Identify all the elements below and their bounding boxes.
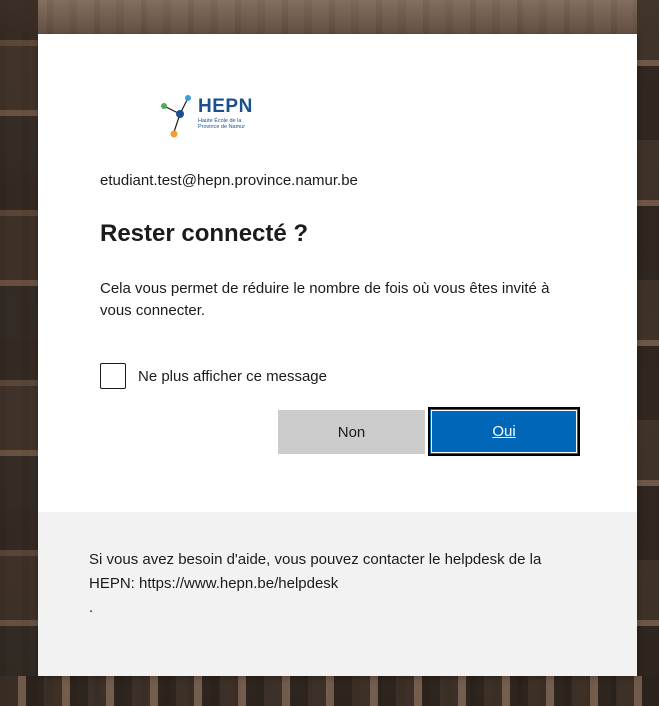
- hepn-logo: HEPN Haute École de la Province de Namur: [156, 92, 276, 144]
- yes-button[interactable]: Oui: [428, 407, 580, 456]
- account-email: etudiant.test@hepn.province.namur.be: [100, 172, 358, 189]
- help-text-block: Si vous avez besoin d'aide, vous pouvez …: [89, 548, 589, 620]
- card-main: HEPN Haute École de la Province de Namur…: [38, 34, 637, 512]
- page-title: Rester connecté ?: [100, 220, 309, 247]
- hepn-molecule-logo-icon: [161, 95, 191, 138]
- background-bookshelf-left: [0, 0, 38, 706]
- logo-subtitle: Haute École de la Province de Namur: [198, 118, 246, 130]
- dont-show-again-checkbox[interactable]: [100, 363, 126, 389]
- dont-show-again-label[interactable]: Ne plus afficher ce message: [138, 368, 327, 385]
- background-bookshelf-right: [637, 0, 659, 706]
- background-top: [0, 0, 659, 34]
- sign-in-card: HEPN Haute École de la Province de Namur…: [38, 34, 637, 676]
- background-bottom: [0, 676, 659, 706]
- dialog-description: Cela vous permet de réduire le nombre de…: [100, 280, 550, 319]
- help-suffix: .: [89, 599, 94, 616]
- help-footer: Si vous avez besoin d'aide, vous pouvez …: [38, 512, 637, 676]
- logo-wordmark: HEPN: [198, 96, 253, 117]
- help-text: Si vous avez besoin d'aide, vous pouvez …: [89, 551, 542, 592]
- dont-show-again-row[interactable]: Ne plus afficher ce message: [100, 363, 327, 389]
- no-button[interactable]: Non: [278, 410, 425, 454]
